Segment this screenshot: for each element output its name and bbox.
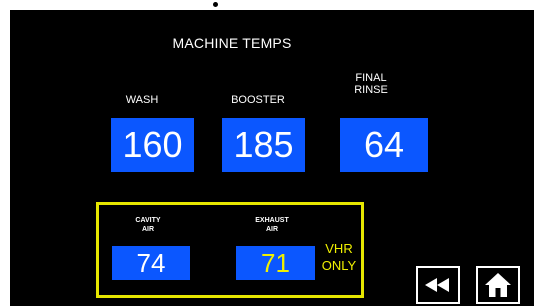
vhr-only-note: VHR ONLY (315, 240, 363, 274)
vhr-only-note-line1: VHR (325, 241, 353, 256)
wash-temp-value: 160 (111, 118, 194, 172)
cavity-air-temp-value: 74 (112, 246, 190, 280)
final-rinse-temp-value: 64 (340, 118, 428, 172)
booster-temp-value: 185 (222, 118, 305, 172)
exhaust-air-label-line2: AIR (265, 226, 279, 233)
booster-label: BOOSTER (231, 94, 285, 106)
home-button[interactable] (476, 266, 520, 304)
final-rinse-label-line1: FINAL (355, 72, 387, 84)
wash-label: WASH (125, 94, 159, 106)
final-rinse-label: FINAL RINSE (347, 72, 395, 96)
hmi-screen: MACHINE TEMPS WASH 160 BOOSTER 185 FINAL… (10, 10, 534, 306)
back-button[interactable] (416, 266, 460, 304)
home-icon (485, 273, 511, 297)
exhaust-air-label: EXHAUST AIR (236, 216, 308, 234)
exhaust-air-temp-value: 71 (236, 246, 315, 280)
exhaust-air-label-line1: EXHAUST (255, 217, 289, 224)
cavity-air-label-line2: AIR (141, 226, 155, 233)
rewind-icon (425, 278, 449, 292)
cavity-air-label: CAVITY AIR (118, 216, 178, 234)
indicator-dot (213, 2, 218, 7)
cavity-air-label-line1: CAVITY (135, 217, 161, 224)
page-title: MACHINE TEMPS (172, 35, 292, 51)
vhr-only-note-line2: ONLY (321, 258, 357, 273)
final-rinse-label-line2: RINSE (354, 84, 388, 96)
